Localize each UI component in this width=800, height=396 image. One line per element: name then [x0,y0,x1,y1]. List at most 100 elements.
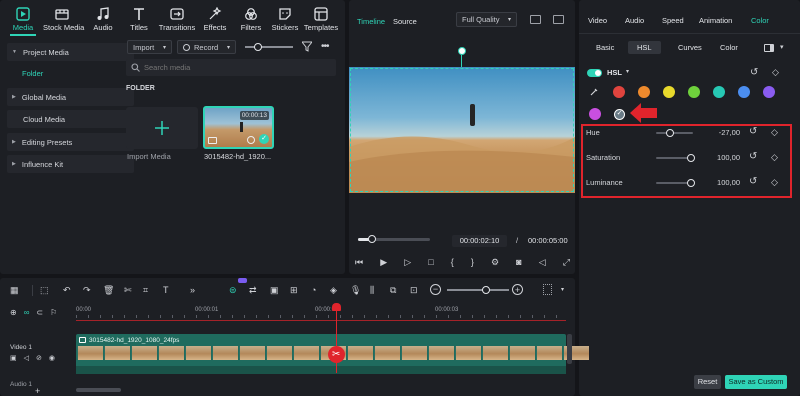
zoom-out-icon[interactable]: − [430,284,441,295]
sidebar-item-global-media[interactable]: ▶ Global Media [7,88,134,106]
tab-timeline[interactable]: Timeline [357,17,385,26]
speed-icon[interactable]: ◔ [311,285,323,297]
chevron-down-icon[interactable]: ▾ [780,43,784,51]
reset-icon[interactable]: ↺ [749,126,757,137]
fullscreen-layout-icon[interactable] [553,15,564,24]
ai-audio-icon[interactable]: ⊜ [229,285,241,297]
timeline-scrollbar[interactable] [76,388,121,392]
reset-icon[interactable]: ↺ [749,176,757,187]
add-track-icon[interactable]: ⊕ [10,308,17,317]
mixer-icon[interactable]: ⫼ [370,285,382,297]
text-icon[interactable]: T [163,285,175,297]
sidebar-item-editing-presets[interactable]: ▶ Editing Presets [7,133,134,151]
mic-icon[interactable]: 🎙 [350,285,362,297]
mark-out-icon[interactable]: } [471,257,474,267]
toolbar-stock-media[interactable]: Stock Media [43,6,84,32]
zoom-slider[interactable] [447,289,509,291]
grid-view-icon[interactable] [543,284,552,295]
import-button[interactable]: Import ▾ [127,40,172,54]
replace-icon[interactable]: ⧉ [390,285,402,297]
snapshot-layout-icon[interactable] [530,15,541,24]
panel-layout-icon[interactable] [764,44,774,52]
media-clip-thumbnail[interactable]: 00:00:13 ✓ [203,106,274,149]
hue-slider-knob[interactable] [665,129,674,137]
saturation-value[interactable]: 100,00 [700,153,740,162]
previous-frame-icon[interactable]: ⏮ [355,257,363,268]
hue-value[interactable]: -27,00 [700,128,740,137]
delete-icon[interactable]: 🗑 [103,285,115,297]
keyframe-icon[interactable]: ◇ [771,127,778,138]
render-settings-icon[interactable]: ⚙ [491,257,499,268]
more-tools-icon[interactable]: » [190,285,202,297]
keyframe-icon[interactable]: ◇ [771,152,778,163]
sidebar-item-influence-kit[interactable]: ▶ Influence Kit [7,155,134,173]
subtab-color[interactable]: Color [720,43,738,52]
luminance-value[interactable]: 100,00 [700,178,740,187]
subtab-hsl[interactable]: HSL [628,41,661,54]
thumbnail-size-knob[interactable] [254,43,262,51]
pip-icon[interactable]: ⊡ [410,285,422,297]
add-audio-track-icon[interactable]: + [35,386,40,396]
magnet-icon[interactable]: ⊂ [36,308,43,317]
select-icon[interactable]: ⬚ [40,285,52,297]
undo-icon[interactable]: ↶ [63,285,75,297]
vertical-scrollbar[interactable] [567,334,572,364]
color-swatch[interactable] [638,86,650,98]
quality-select[interactable]: Full Quality ▾ [456,12,517,27]
playhead[interactable]: ✂ [327,303,345,373]
eyedropper-icon[interactable] [590,87,599,96]
color-swatch[interactable] [713,86,725,98]
toolbar-effects[interactable]: Effects [196,6,234,32]
color-swatch[interactable] [763,86,775,98]
sidebar-item-cloud-media[interactable]: Cloud Media [7,110,134,128]
sidebar-item-project-media[interactable]: ▼ Project Media [7,43,134,61]
play-reverse-icon[interactable]: ▶ [380,257,387,268]
luminance-slider-knob[interactable] [687,179,695,187]
split-icon[interactable]: ✄ [124,285,136,297]
volume-icon[interactable]: ◁ [539,257,546,268]
video-track-icon[interactable]: ▣ [10,354,17,362]
more-icon[interactable]: ••• [321,41,329,52]
color-swatch[interactable] [688,86,700,98]
more-menu-icon[interactable]: ▾ [561,286,564,293]
keyframe-icon[interactable]: ◇ [772,67,779,78]
import-media-tile[interactable] [126,107,198,149]
link-icon[interactable]: ∞ [24,308,30,317]
tab-source[interactable]: Source [393,17,417,26]
tab-animation[interactable]: Animation [699,16,732,25]
saturation-slider-knob[interactable] [687,154,695,162]
color-swatch[interactable] [589,108,601,120]
subtab-curves[interactable]: Curves [678,43,702,52]
color-swatch[interactable] [613,86,625,98]
play-icon[interactable]: ▷ [404,257,411,268]
keyframe-icon[interactable]: ◇ [771,177,778,188]
fullscreen-icon[interactable]: ⤢ [563,257,570,268]
tab-color[interactable]: Color [751,16,769,25]
sync-icon[interactable]: ⇄ [249,285,261,297]
filter-icon[interactable] [302,41,312,52]
search-input[interactable] [144,61,324,74]
zoom-slider-knob[interactable] [482,286,490,294]
record-button[interactable]: Record ▾ [177,40,236,54]
rotate-handle[interactable] [458,47,466,55]
redo-icon[interactable]: ↷ [83,285,95,297]
snapshot-icon[interactable]: ◙ [516,257,521,267]
reset-icon[interactable]: ↺ [750,67,758,78]
zoom-in-icon[interactable]: + [512,284,523,295]
reset-button[interactable]: Reset [694,375,721,389]
tab-audio[interactable]: Audio [625,16,644,25]
color-swatch[interactable] [738,86,750,98]
hsl-toggle[interactable] [587,69,602,77]
thumbnail-size-slider[interactable] [245,46,293,48]
toolbar-templates[interactable]: Templates [302,6,340,32]
hue-slider[interactable] [656,132,693,134]
preview-selection-frame[interactable] [350,68,574,192]
tab-speed[interactable]: Speed [662,16,684,25]
stop-icon[interactable]: □ [428,257,433,267]
toolbar-transitions[interactable]: Transitions [158,6,196,32]
snapshot-icon[interactable]: ⊞ [290,285,302,297]
split-scissors-icon[interactable]: ✂ [327,346,345,363]
playhead-handle[interactable] [331,303,341,311]
toolbar-filters[interactable]: Filters [232,6,270,32]
toolbar-titles[interactable]: Titles [120,6,158,32]
